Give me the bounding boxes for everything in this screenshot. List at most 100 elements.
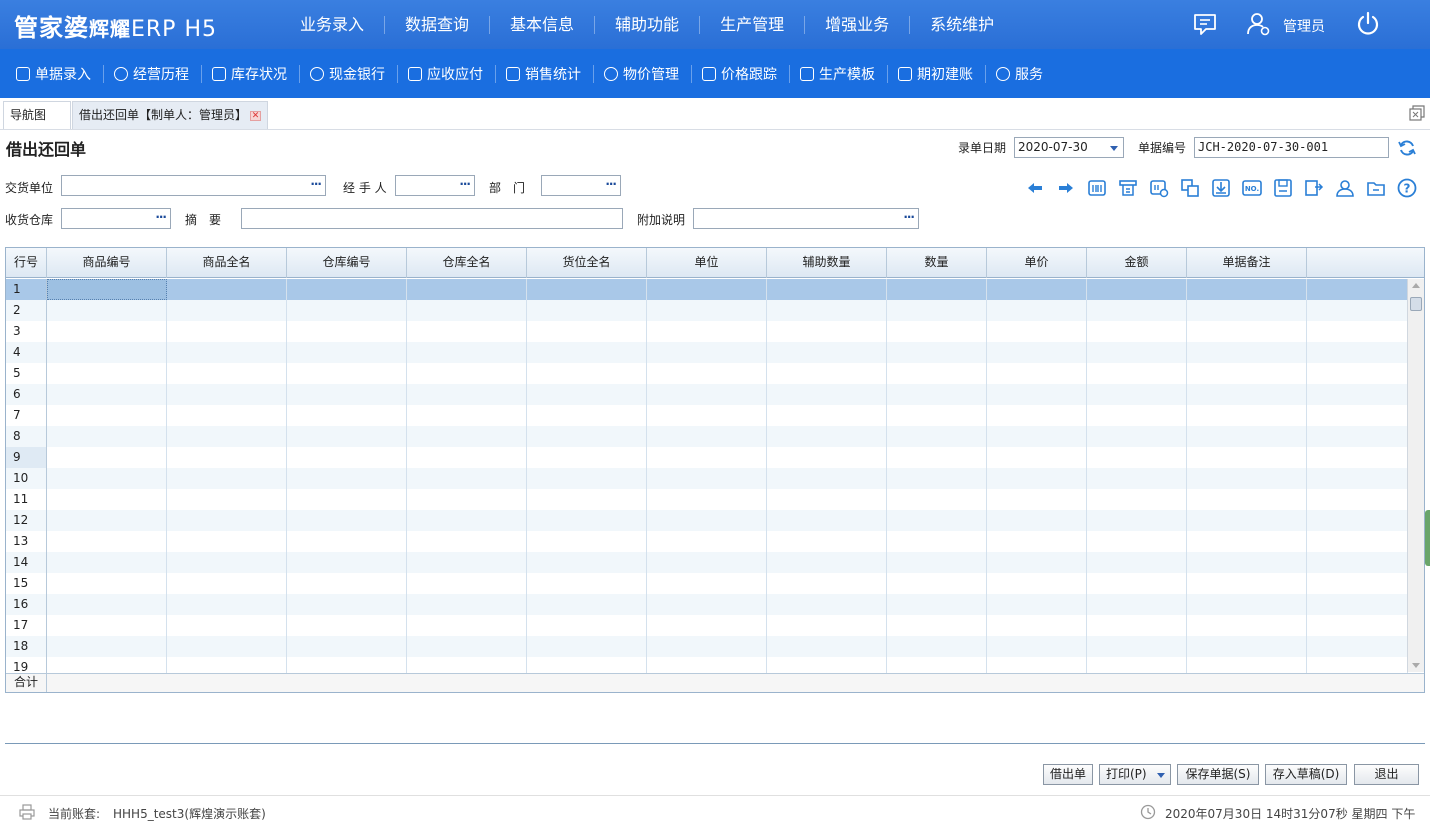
col-header-row-number[interactable]: 行号: [6, 248, 47, 278]
grid-cell[interactable]: [1307, 552, 1408, 573]
grid-cell[interactable]: [887, 300, 987, 321]
nav-data-query[interactable]: 数据查询: [385, 15, 491, 34]
grid-cell[interactable]: [887, 468, 987, 489]
grid-cell[interactable]: [767, 594, 887, 615]
toolbar-price-track[interactable]: 价格跟踪: [692, 64, 790, 83]
grid-cell[interactable]: [1187, 615, 1307, 636]
copy-icon[interactable]: [1179, 177, 1201, 199]
grid-cell[interactable]: [887, 405, 987, 426]
grid-cell[interactable]: [647, 426, 767, 447]
grid-cell[interactable]: [1087, 426, 1187, 447]
col-header-warehouse-code[interactable]: 仓库编号: [287, 248, 407, 278]
scroll-down-icon[interactable]: [1412, 663, 1420, 668]
col-header-location-name[interactable]: 货位全名: [527, 248, 647, 278]
help-icon[interactable]: ?: [1396, 177, 1418, 199]
grid-cell[interactable]: [767, 321, 887, 342]
col-header-qty[interactable]: 数量: [887, 248, 987, 278]
grid-cell[interactable]: [167, 405, 287, 426]
grid-cell[interactable]: [527, 300, 647, 321]
grid-cell[interactable]: [47, 279, 167, 300]
grid-cell[interactable]: [1187, 384, 1307, 405]
save-icon[interactable]: [1272, 177, 1294, 199]
col-header-product-code[interactable]: 商品编号: [47, 248, 167, 278]
grid-cell[interactable]: [407, 594, 527, 615]
grid-cell[interactable]: [527, 342, 647, 363]
grid-cell[interactable]: [1087, 300, 1187, 321]
table-row[interactable]: 13: [6, 531, 1408, 552]
grid-cell[interactable]: [527, 615, 647, 636]
grid-cell[interactable]: [987, 636, 1087, 657]
grid-cell[interactable]: [767, 489, 887, 510]
toolbar-production-template[interactable]: 生产模板: [790, 64, 888, 83]
grid-cell[interactable]: [1307, 489, 1408, 510]
grid-cell[interactable]: [987, 321, 1087, 342]
grid-cell[interactable]: [407, 468, 527, 489]
grid-cell[interactable]: [1187, 342, 1307, 363]
grid-cell[interactable]: [987, 615, 1087, 636]
grid-cell[interactable]: [987, 510, 1087, 531]
grid-cell[interactable]: [1087, 447, 1187, 468]
grid-cell[interactable]: [47, 426, 167, 447]
grid-cell[interactable]: [47, 594, 167, 615]
power-icon[interactable]: [1355, 11, 1381, 37]
grid-cell[interactable]: [767, 300, 887, 321]
grid-cell[interactable]: [1187, 405, 1307, 426]
more-icon[interactable]: ···: [605, 175, 617, 194]
grid-cell[interactable]: [1307, 279, 1408, 300]
grid-cell[interactable]: [987, 279, 1087, 300]
grid-cell[interactable]: [1307, 468, 1408, 489]
grid-cell[interactable]: [47, 573, 167, 594]
grid-cell[interactable]: [167, 426, 287, 447]
grid-cell[interactable]: [887, 384, 987, 405]
grid-cell[interactable]: [1307, 615, 1408, 636]
grid-cell[interactable]: [767, 552, 887, 573]
grid-cell[interactable]: [987, 405, 1087, 426]
grid-cell[interactable]: [1187, 510, 1307, 531]
grid-cell[interactable]: [407, 405, 527, 426]
grid-cell[interactable]: [407, 636, 527, 657]
grid-cell[interactable]: [767, 615, 887, 636]
message-icon[interactable]: [1192, 11, 1218, 37]
grid-cell[interactable]: [47, 363, 167, 384]
tab-navigation-map[interactable]: 导航图: [3, 101, 71, 129]
date-field[interactable]: 2020-07-30: [1014, 137, 1124, 158]
grid-cell[interactable]: [1187, 468, 1307, 489]
grid-cell[interactable]: [287, 363, 407, 384]
user-icon[interactable]: [1245, 11, 1271, 37]
grid-cell[interactable]: [47, 531, 167, 552]
grid-cell[interactable]: [1307, 426, 1408, 447]
grid-cell[interactable]: [647, 447, 767, 468]
grid-cell[interactable]: [1307, 405, 1408, 426]
grid-cell[interactable]: [47, 489, 167, 510]
grid-cell[interactable]: [167, 342, 287, 363]
grid-cell[interactable]: [287, 510, 407, 531]
grid-cell[interactable]: [647, 489, 767, 510]
table-row[interactable]: 17: [6, 615, 1408, 636]
grid-cell[interactable]: [1187, 531, 1307, 552]
grid-cell[interactable]: [527, 426, 647, 447]
toolbar-doc-entry[interactable]: 单据录入: [6, 64, 104, 83]
user-name[interactable]: 管理员: [1283, 16, 1325, 36]
table-row[interactable]: 6: [6, 384, 1408, 405]
grid-cell[interactable]: [407, 363, 527, 384]
tab-borrow-return[interactable]: 借出还回单【制单人：管理员】 ✕: [72, 101, 268, 129]
grid-cell[interactable]: [647, 300, 767, 321]
grid-cell[interactable]: [167, 447, 287, 468]
grid-cell[interactable]: [287, 552, 407, 573]
grid-cell[interactable]: [767, 636, 887, 657]
grid-cell[interactable]: [287, 384, 407, 405]
grid-cell[interactable]: [1307, 636, 1408, 657]
grid-cell[interactable]: [1087, 321, 1187, 342]
grid-cell[interactable]: [287, 279, 407, 300]
grid-cell[interactable]: [1307, 363, 1408, 384]
grid-cell[interactable]: [47, 342, 167, 363]
grid-cell[interactable]: [1187, 636, 1307, 657]
grid-cell[interactable]: [647, 594, 767, 615]
table-row[interactable]: 15: [6, 573, 1408, 594]
note-field[interactable]: ···: [693, 208, 919, 229]
grid-cell[interactable]: [1187, 321, 1307, 342]
grid-cell[interactable]: [287, 594, 407, 615]
nav-business-entry[interactable]: 业务录入: [280, 15, 386, 34]
grid-cell[interactable]: [1087, 489, 1187, 510]
table-row[interactable]: 9: [6, 447, 1408, 468]
